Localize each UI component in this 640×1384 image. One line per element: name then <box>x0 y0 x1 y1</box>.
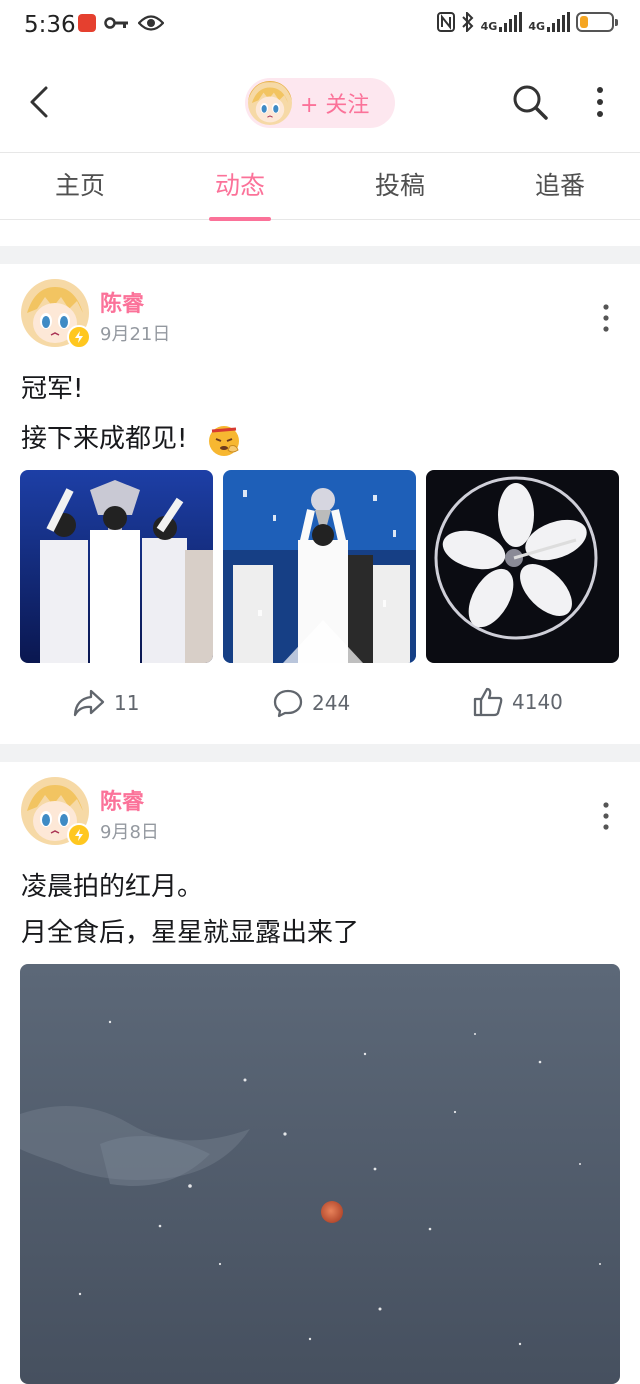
key-icon <box>104 17 128 29</box>
eye-icon <box>138 15 164 31</box>
nfc-icon <box>436 12 455 32</box>
post-date: 9月8日 <box>100 822 159 843</box>
post-more-icon[interactable] <box>598 303 614 333</box>
signal-2: 4G <box>528 12 570 32</box>
status-right-icons: 4G 4G <box>436 12 618 32</box>
tab-label: 追番 <box>534 171 585 200</box>
author-name[interactable]: 陈睿 <box>100 784 144 816</box>
post-image-red-moon[interactable] <box>20 964 620 1384</box>
follow-button[interactable]: + 关注 <box>245 78 395 128</box>
tab-dynamics[interactable]: 动态 <box>160 153 320 221</box>
post-more-icon[interactable] <box>598 801 614 831</box>
app-notification-icon <box>78 14 96 32</box>
back-icon[interactable] <box>22 82 62 122</box>
tab-submissions[interactable]: 投稿 <box>320 153 480 221</box>
status-left-icons <box>78 14 164 32</box>
status-time: 5:36 <box>24 12 76 38</box>
post-text-line: 接下来成都见! <box>21 418 242 458</box>
section-divider <box>0 744 640 762</box>
comment-count: 244 <box>312 691 351 715</box>
section-divider <box>0 246 640 264</box>
post-image-trophy-celebration[interactable] <box>20 470 213 663</box>
tab-label: 投稿 <box>374 171 425 200</box>
post-text-line: 冠军! <box>21 374 84 404</box>
profile-tabs: 主页 动态 投稿 追番 <box>0 152 640 221</box>
verified-badge-icon <box>67 325 91 349</box>
share-count: 11 <box>114 691 140 715</box>
like-count: 4140 <box>512 690 563 714</box>
network-label: 4G <box>480 20 498 33</box>
share-button[interactable]: 11 <box>72 688 139 718</box>
tab-home[interactable]: 主页 <box>0 153 160 221</box>
battery-icon <box>576 12 618 32</box>
comment-button[interactable]: 244 <box>272 688 350 718</box>
signal-1: 4G <box>481 12 523 32</box>
post-text: 接下来成都见! <box>21 424 188 454</box>
author-name[interactable]: 陈睿 <box>100 286 144 318</box>
verified-badge-icon <box>67 823 91 847</box>
huffing-face-emoji-icon <box>206 422 242 458</box>
top-nav-bar: + 关注 <box>0 54 640 152</box>
user-avatar-small <box>248 81 292 125</box>
bluetooth-icon <box>461 12 474 32</box>
post-text-line: 凌晨拍的红月。 <box>21 872 204 902</box>
comment-icon <box>273 689 303 718</box>
post-image-trophy-raised[interactable] <box>223 470 416 663</box>
share-icon <box>73 689 105 717</box>
status-bar: 5:36 4G 4G <box>0 0 640 54</box>
post-image-team-circle[interactable] <box>426 470 619 663</box>
search-icon[interactable] <box>510 82 550 122</box>
tab-label: 动态 <box>214 171 265 200</box>
tab-label: 主页 <box>54 171 105 200</box>
active-tab-indicator <box>209 217 271 221</box>
post-date: 9月21日 <box>100 324 171 345</box>
thumbs-up-icon <box>473 687 503 717</box>
more-vertical-icon[interactable] <box>588 84 612 120</box>
network-label: 4G <box>528 20 545 33</box>
like-button[interactable]: 4140 <box>472 686 563 718</box>
follow-label: + 关注 <box>300 93 370 118</box>
tab-bangumi[interactable]: 追番 <box>480 153 640 221</box>
post-text-line: 月全食后，星星就显露出来了 <box>21 918 360 948</box>
